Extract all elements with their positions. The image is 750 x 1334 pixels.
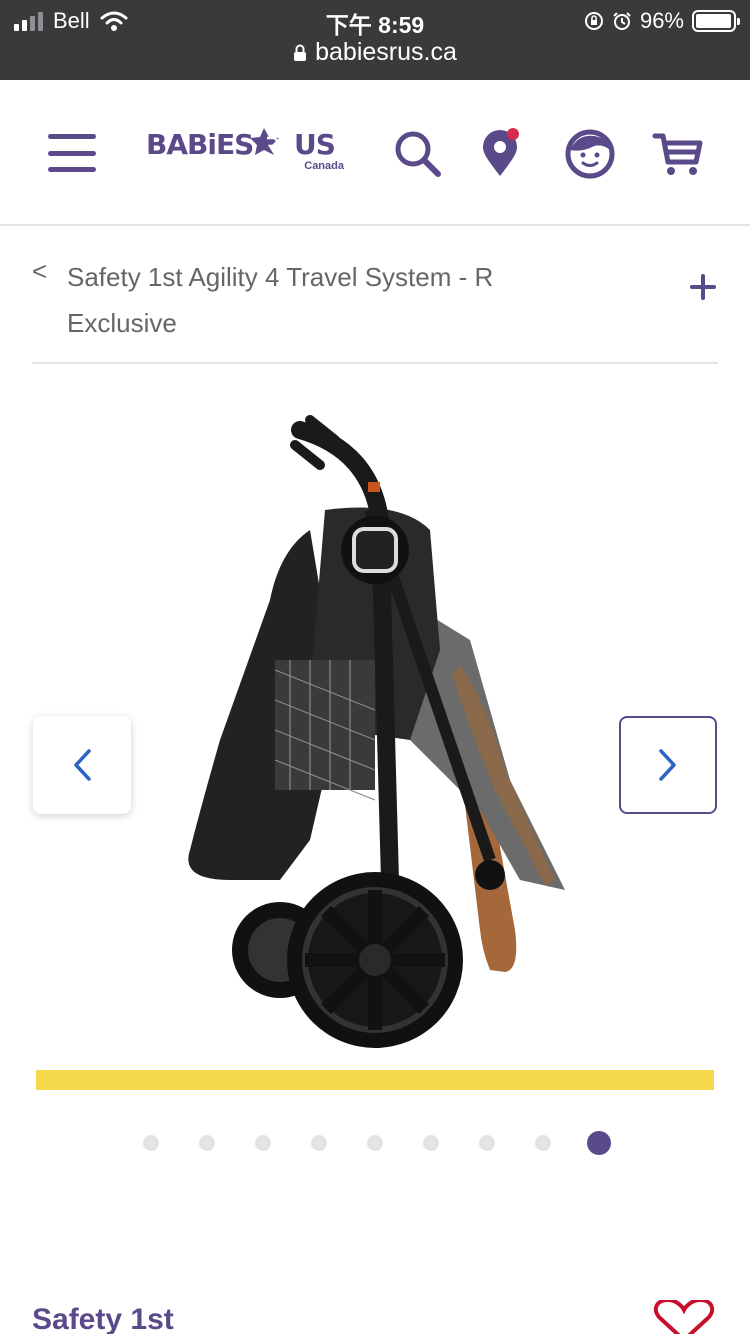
status-left: Bell	[14, 8, 128, 34]
carousel-dot[interactable]	[143, 1135, 159, 1151]
product-brand[interactable]: Safety 1st	[32, 1303, 174, 1334]
account-icon[interactable]	[564, 128, 616, 180]
status-bar: Bell 下午 8:59 96% babiesrus.ca	[0, 0, 750, 80]
carrier-name: Bell	[53, 8, 90, 33]
product-image[interactable]	[160, 410, 590, 1060]
promo-accent-bar	[36, 1070, 714, 1090]
carousel-dot-active[interactable]	[587, 1131, 611, 1155]
logo[interactable]: BABiES US Canada	[146, 124, 346, 174]
url-text: babiesrus.ca	[315, 38, 457, 66]
rotation-lock-icon	[584, 12, 603, 30]
notification-dot	[507, 128, 519, 140]
svg-text:US: US	[294, 128, 335, 161]
chevron-right-icon	[659, 749, 676, 781]
cart-icon[interactable]	[652, 128, 704, 180]
carousel-dot[interactable]	[535, 1135, 551, 1151]
carousel-prev-button[interactable]	[33, 716, 131, 814]
battery-percent: 96%	[639, 8, 684, 33]
page-title: Safety 1st Agility 4 Travel System - R E…	[67, 262, 494, 338]
wifi-icon	[100, 11, 128, 31]
carousel-dot[interactable]	[199, 1135, 215, 1151]
carousel-dot[interactable]	[367, 1135, 383, 1151]
back-link[interactable]: <	[32, 256, 47, 287]
battery-icon	[692, 10, 740, 32]
expand-plus-icon[interactable]	[688, 272, 718, 302]
carousel-pagination	[0, 1131, 750, 1155]
logo-subtext: Canada	[304, 160, 344, 172]
carousel-dot[interactable]	[423, 1135, 439, 1151]
status-right: 96%	[584, 8, 740, 34]
chevron-left-icon	[74, 749, 91, 781]
lock-icon	[294, 44, 307, 61]
carousel-dot[interactable]	[255, 1135, 271, 1151]
wishlist-heart-icon[interactable]	[652, 1300, 716, 1334]
svg-text:BABiES: BABiES	[146, 128, 253, 161]
search-icon[interactable]	[392, 128, 444, 180]
carousel-dot[interactable]	[479, 1135, 495, 1151]
carousel-dot[interactable]	[311, 1135, 327, 1151]
alarm-icon	[613, 12, 631, 30]
signal-icon	[14, 11, 43, 31]
menu-icon[interactable]	[48, 134, 96, 172]
store-locator-icon[interactable]	[474, 128, 526, 180]
url-bar[interactable]: babiesrus.ca	[0, 38, 750, 67]
carousel-next-button[interactable]	[619, 716, 717, 814]
breadcrumb: < Safety 1st Agility 4 Travel System - R…	[32, 248, 718, 364]
site-header: BABiES US Canada	[0, 80, 750, 226]
